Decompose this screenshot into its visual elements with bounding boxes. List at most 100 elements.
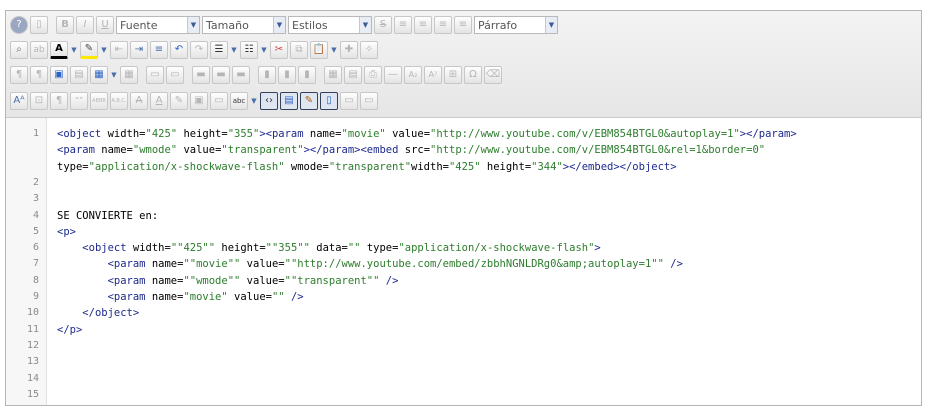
chevron-down-icon[interactable]: ▼	[70, 41, 78, 59]
code-token: width=	[107, 128, 146, 140]
undo-icon[interactable]: ↶	[170, 41, 188, 59]
code-line: 10 </object>	[6, 305, 921, 321]
code-token: data=	[309, 242, 348, 255]
italic-button[interactable]: I	[76, 16, 94, 34]
strikethrough-button[interactable]: S	[374, 16, 392, 34]
indent-icon[interactable]: ⇥	[130, 41, 148, 59]
font-size-icon[interactable]: Aᴬ	[10, 92, 28, 110]
chevron-down-icon[interactable]: ▼	[100, 41, 108, 59]
omega-button[interactable]: Ω	[464, 66, 482, 84]
pilcrow-icon[interactable]: ¶	[50, 92, 68, 110]
visual-aid-icon[interactable]: ▭	[210, 92, 228, 110]
delete-col-icon[interactable]: ▮	[298, 66, 316, 84]
horizontal-rule-icon[interactable]: —	[384, 66, 402, 84]
replace-icon[interactable]: ab	[30, 41, 48, 59]
insert-col-right-icon[interactable]: ▮	[278, 66, 296, 84]
code-line: 2	[6, 175, 921, 191]
acronym-button[interactable]: A.B.C.	[110, 92, 128, 110]
line-number: 9	[32, 291, 39, 302]
blocks-icon[interactable]: ▭	[360, 92, 378, 110]
eraser-icon[interactable]: ⌫	[484, 66, 502, 84]
justify-full-icon[interactable]: ≡	[394, 16, 412, 34]
format-select[interactable]: Párrafo ▼	[474, 16, 558, 34]
bold-button[interactable]: B	[56, 16, 74, 34]
strike-a-button[interactable]: A	[130, 92, 148, 110]
new-page-icon[interactable]: ▯	[30, 16, 48, 34]
align-left-icon[interactable]: ≡	[434, 16, 452, 34]
chevron-down-icon[interactable]: ▼	[230, 41, 238, 59]
line-number: 12	[26, 339, 39, 351]
code-line: 14	[6, 371, 921, 387]
plugin-icon[interactable]: ✚	[340, 41, 358, 59]
code-token: "movie"	[183, 291, 228, 303]
chevron-down-icon: ▼	[545, 17, 557, 33]
subscript-button[interactable]: A₂	[404, 66, 422, 84]
underline-a-button[interactable]: A	[150, 92, 168, 110]
bulleted-list-icon[interactable]: ☷	[240, 41, 258, 59]
copy-icon[interactable]: ⧉	[290, 41, 308, 59]
quote-button[interactable]: “”	[70, 92, 88, 110]
redo-icon[interactable]: ↷	[190, 41, 208, 59]
pilcrow-ltr-icon[interactable]: ¶	[10, 66, 28, 84]
delete-row-icon[interactable]: ▬	[232, 66, 250, 84]
merge-cells-icon[interactable]: ▤	[344, 66, 362, 84]
paste-icon[interactable]: 📋	[310, 41, 328, 59]
align-right-icon[interactable]: ≡	[454, 16, 472, 34]
abbr-button[interactable]: ABBR	[90, 92, 108, 110]
template-icon[interactable]: ▤	[70, 66, 88, 84]
page-icon[interactable]: ▯	[320, 92, 338, 110]
print-icon[interactable]: ⎙	[364, 66, 382, 84]
text-color-button[interactable]: A	[50, 41, 68, 59]
delete-table-icon[interactable]: ▦	[120, 66, 138, 84]
code-editor[interactable]: 1 <object width="425" height="355"><param…	[6, 118, 921, 405]
preview-icon[interactable]: ▣	[50, 66, 68, 84]
code-token: value=	[385, 128, 431, 140]
code-line: 7 <param name=""movie"" value=""http://w…	[6, 256, 921, 272]
pilcrow-rtl-icon[interactable]: ¶	[30, 66, 48, 84]
fullscreen-icon[interactable]: ▭	[340, 92, 358, 110]
layer-icon[interactable]: ▣	[190, 92, 208, 110]
font-select[interactable]: Fuente ▼	[116, 16, 200, 34]
size-select[interactable]: Tamaño ▼	[202, 16, 286, 34]
spellcheck-button[interactable]: abc	[230, 92, 248, 110]
chevron-down-icon[interactable]: ▼	[330, 41, 338, 59]
clean-format-icon[interactable]: ✧	[360, 41, 378, 59]
outdent-icon[interactable]: ⇤	[110, 41, 128, 59]
insert-col-left-icon[interactable]: ▮	[258, 66, 276, 84]
code-text: <p>	[57, 224, 76, 240]
cut-icon[interactable]: ✂	[270, 41, 288, 59]
code-text: <param name=""wmode"" value=""transparen…	[57, 273, 399, 289]
font-select-label: Fuente	[120, 18, 158, 32]
line-number: 16	[6, 403, 39, 405]
edit-table-icon[interactable]: ▦	[90, 66, 108, 84]
attributes-icon[interactable]: ✎	[170, 92, 188, 110]
align-center-icon[interactable]: ≡	[150, 41, 168, 59]
numbered-list-icon[interactable]: ☰	[210, 41, 228, 59]
align-center-icon[interactable]: ≡	[414, 16, 432, 34]
highlight-icon[interactable]: ✎	[80, 41, 98, 59]
source-code-icon[interactable]: ‹›	[260, 92, 278, 110]
chevron-down-icon[interactable]: ▼	[260, 41, 268, 59]
chevron-down-icon[interactable]: ▼	[250, 92, 258, 110]
styles-select[interactable]: Estilos ▼	[288, 16, 372, 34]
table-icon[interactable]: ▦	[324, 66, 342, 84]
line-number: 10	[26, 307, 39, 319]
line-number: 3	[32, 193, 39, 205]
underline-button[interactable]: U	[96, 16, 114, 34]
document-icon[interactable]: ▤	[280, 92, 298, 110]
chevron-down-icon[interactable]: ▼	[110, 66, 118, 84]
row-after-icon[interactable]: ▭	[166, 66, 184, 84]
pencil-icon[interactable]: ✎	[300, 92, 318, 110]
row-before-icon[interactable]: ▭	[146, 66, 164, 84]
code-token: ""transparent""	[284, 274, 380, 287]
code-token: "application/x-shockwave-flash"	[88, 160, 285, 173]
special-char-grid-icon[interactable]: ⊞	[444, 66, 462, 84]
code-token: "http://www.youtube.com/v/EBM854BTGL0&re…	[430, 144, 766, 157]
insert-row-top-icon[interactable]: ▬	[192, 66, 210, 84]
image-icon[interactable]: ⊡	[30, 92, 48, 110]
help-icon[interactable]: ?	[10, 16, 28, 34]
toolbar-row-3: ¶ ¶ ▣ ▤ ▦ ▼ ▦ ▭ ▭ ▬ ▬ ▬ ▮ ▮ ▮ ▦ ▤ ⎙ — A₂…	[10, 64, 502, 86]
superscript-button[interactable]: A²	[424, 66, 442, 84]
binoculars-icon[interactable]: ⌕	[10, 41, 28, 59]
insert-row-bottom-icon[interactable]: ▬	[212, 66, 230, 84]
